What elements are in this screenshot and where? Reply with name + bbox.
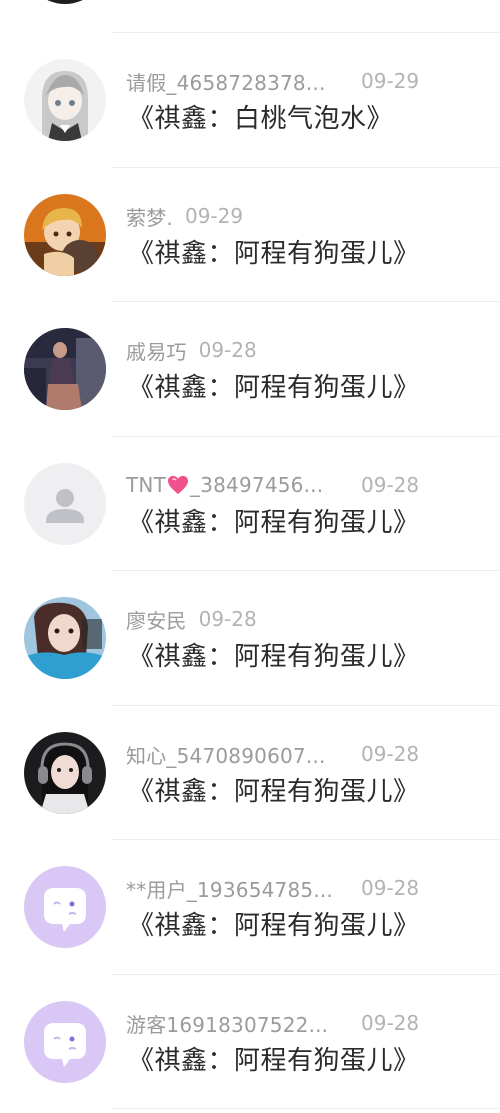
anime-girl-avatar[interactable] xyxy=(24,59,106,141)
date: 09-28 xyxy=(198,607,257,631)
item-title[interactable]: 《祺鑫：阿程有狗蛋儿》 xyxy=(128,908,420,944)
item-title[interactable]: 《祺鑫：阿程有狗蛋儿》 xyxy=(128,774,420,810)
item-title[interactable]: 《祺鑫：阿程有狗蛋儿》 xyxy=(128,370,420,406)
photo-avatar[interactable] xyxy=(24,328,106,410)
username[interactable]: 廖安民 xyxy=(126,605,187,634)
divider xyxy=(112,1108,500,1109)
username[interactable]: 萦梦. xyxy=(126,202,173,231)
list-item[interactable]: TNT _38497456... 09-28 《祺鑫：阿程有狗蛋儿》 xyxy=(0,437,500,571)
purple-chat-bubble-avatar[interactable] xyxy=(24,866,106,948)
username[interactable]: **用户_193654785... xyxy=(126,874,333,903)
date: 09-29 xyxy=(184,204,244,228)
date: 09-28 xyxy=(361,473,420,497)
username[interactable]: 戚易巧 xyxy=(126,336,187,365)
username-suffix: _38497456... xyxy=(190,473,324,497)
item-meta: 知心_5470890607... xyxy=(126,739,326,769)
list-item[interactable]: 知心_5470890607... 09-28 《祺鑫：阿程有狗蛋儿》 xyxy=(0,706,500,840)
date: 09-28 xyxy=(198,338,257,362)
date: 09-28 xyxy=(361,1011,420,1035)
list-item[interactable]: **用户_193654785... 09-28 《祺鑫：阿程有狗蛋儿》 xyxy=(0,840,500,974)
date: 09-28 xyxy=(361,742,420,766)
list-item[interactable]: 廖安民 09-28 《祺鑫：阿程有狗蛋儿》 xyxy=(0,571,500,705)
item-title[interactable]: 《祺鑫：阿程有狗蛋儿》 xyxy=(128,505,420,541)
username[interactable]: 请假_4658728378... xyxy=(126,67,326,96)
username[interactable]: 游客16918307522... xyxy=(126,1009,328,1038)
item-title[interactable]: 《祺鑫：阿程有狗蛋儿》 xyxy=(128,236,420,272)
pink-heart-icon xyxy=(168,475,188,495)
purple-chat-bubble-avatar[interactable] xyxy=(24,1001,106,1083)
username[interactable]: 知心_5470890607... xyxy=(126,740,326,769)
item-meta: **用户_193654785... xyxy=(126,873,333,903)
item-meta: 游客16918307522... xyxy=(126,1008,328,1038)
default-person-avatar[interactable] xyxy=(24,463,106,545)
headphones-avatar[interactable] xyxy=(24,732,106,814)
previous-list-item[interactable] xyxy=(0,0,500,33)
anime-boy-avatar[interactable] xyxy=(24,194,106,276)
list-item[interactable]: 请假_4658728378... 09-29 《祺鑫：白桃气泡水》 xyxy=(0,33,500,167)
item-meta: 请假_4658728378... xyxy=(126,66,326,96)
username-prefix: TNT xyxy=(126,473,166,497)
item-title[interactable]: 《祺鑫：阿程有狗蛋儿》 xyxy=(128,1043,420,1079)
selfie-avatar[interactable] xyxy=(24,597,106,679)
item-meta: 戚易巧 09-28 xyxy=(126,335,257,365)
avatar xyxy=(24,0,106,4)
item-title[interactable]: 《祺鑫：阿程有狗蛋儿》 xyxy=(128,639,420,675)
list-item[interactable]: 游客16918307522... 09-28 《祺鑫：阿程有狗蛋儿》 xyxy=(0,975,500,1109)
item-title[interactable]: 《祺鑫：白桃气泡水》 xyxy=(128,101,393,137)
date: 09-29 xyxy=(361,69,420,93)
list-item[interactable]: 戚易巧 09-28 《祺鑫：阿程有狗蛋儿》 xyxy=(0,302,500,436)
item-meta: 廖安民 09-28 xyxy=(126,604,257,634)
username[interactable]: TNT _38497456... xyxy=(126,473,323,497)
date: 09-28 xyxy=(361,876,420,900)
list-item[interactable]: 萦梦. 09-29 《祺鑫：阿程有狗蛋儿》 xyxy=(0,168,500,302)
item-meta: 萦梦. 09-29 xyxy=(126,201,243,231)
